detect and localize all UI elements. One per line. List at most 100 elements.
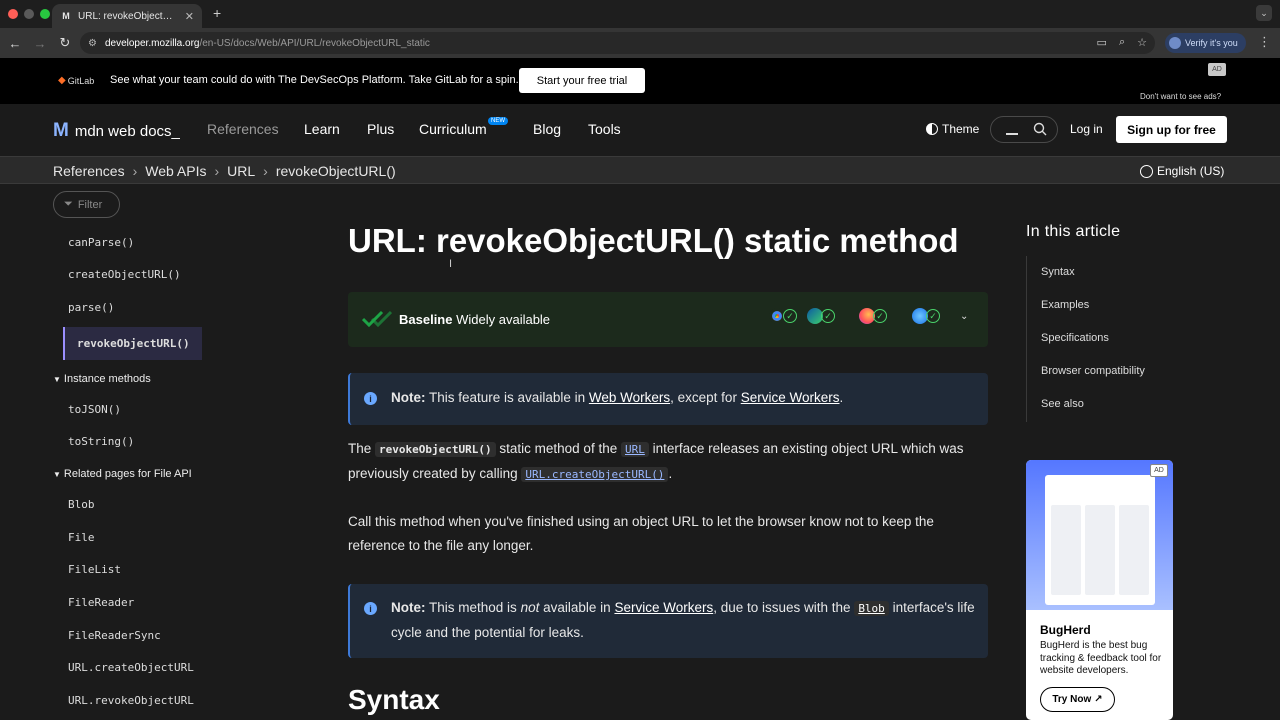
- sidebar-item-filereader[interactable]: FileReader: [68, 596, 134, 609]
- sidebar-item-parse[interactable]: parse(): [68, 301, 114, 314]
- toc-item-examples[interactable]: Examples: [1041, 299, 1089, 311]
- breadcrumb-url[interactable]: URL: [227, 163, 255, 179]
- url-path: /en-US/docs/Web/API/URL/revokeObjectURL_…: [199, 37, 430, 49]
- side-ad[interactable]: AD BugHerd BugHerd is the best bug track…: [1026, 460, 1173, 720]
- profile-verify-button[interactable]: Verify it's you: [1165, 33, 1246, 53]
- mdn-favicon-icon: M: [62, 11, 70, 21]
- chevron-right-icon: ›: [214, 163, 220, 179]
- tab-search-icon[interactable]: ⌄: [1256, 5, 1272, 21]
- baseline-text: Baseline Widely available: [399, 312, 551, 327]
- inline-code: revokeObjectURL(): [375, 442, 496, 457]
- nav-learn[interactable]: Learn: [304, 121, 340, 137]
- reload-icon[interactable]: ↻: [55, 35, 75, 51]
- sidebar-item-canparse[interactable]: canParse(): [68, 236, 134, 249]
- login-link[interactable]: Log in: [1070, 122, 1103, 136]
- baseline-check-icon: [362, 310, 392, 328]
- mdn-logo[interactable]: M mdn web docs_: [53, 120, 180, 142]
- sidebar-item-file[interactable]: File: [68, 531, 95, 544]
- breadcrumb-web-apis[interactable]: Web APIs: [145, 163, 206, 179]
- new-tab-icon[interactable]: +: [213, 5, 221, 21]
- verify-label: Verify it's you: [1185, 38, 1238, 48]
- nav-blog[interactable]: Blog: [533, 121, 561, 137]
- try-now-button[interactable]: Try Now ↗: [1040, 687, 1115, 712]
- check-icon: ✓: [821, 309, 835, 323]
- toc-item-browser-compat[interactable]: Browser compatibility: [1041, 365, 1145, 377]
- theme-button[interactable]: Theme: [926, 122, 979, 136]
- toc-item-specifications[interactable]: Specifications: [1041, 332, 1109, 344]
- text-cursor-icon: I: [449, 258, 453, 270]
- window-controls: [8, 9, 50, 19]
- avatar: [1169, 37, 1181, 49]
- gitlab-fox-icon: ◆: [58, 75, 66, 86]
- sidebar-item-url-revokeobjecturl[interactable]: URL.revokeObjectURL: [68, 694, 194, 707]
- web-workers-link[interactable]: Web Workers: [589, 390, 670, 405]
- toc-item-syntax[interactable]: Syntax: [1041, 266, 1075, 278]
- back-icon[interactable]: ←: [5, 36, 25, 51]
- url-domain: developer.mozilla.org: [104, 37, 200, 49]
- baseline-banner[interactable]: Baseline Widely available ✓ ✓ ✓ ✓ ⌄: [348, 292, 988, 347]
- sidebar-item-blob[interactable]: Blob: [68, 498, 95, 511]
- page-title: URL: revokeObjectURL() static method: [348, 222, 959, 259]
- chevron-down-icon[interactable]: ⌄: [960, 311, 968, 322]
- chevron-right-icon: ›: [263, 163, 268, 179]
- browser-tab[interactable]: M URL: revokeObjectURL() static ✕: [52, 4, 202, 28]
- toc-divider: [1026, 256, 1027, 422]
- bookmark-star-icon[interactable]: ☆: [1137, 36, 1147, 49]
- sidebar-item-url-createobjecturl[interactable]: URL.createObjectURL: [68, 661, 194, 674]
- search-button[interactable]: [990, 116, 1058, 143]
- ad-cta-button[interactable]: Start your free trial: [519, 68, 645, 93]
- close-window-button[interactable]: [8, 9, 18, 19]
- toc-item-see-also[interactable]: See also: [1041, 398, 1084, 410]
- nav-curriculum[interactable]: Curriculum: [419, 121, 487, 137]
- sidebar-item-tostring[interactable]: toString(): [68, 435, 134, 448]
- sidebar-filter-input[interactable]: ⏷ Filter: [53, 191, 120, 218]
- note-callout: i Note: This feature is available in Web…: [348, 373, 988, 425]
- safari-support: ✓: [912, 308, 940, 324]
- chevron-right-icon: ›: [132, 163, 138, 179]
- sidebar-item-tojson[interactable]: toJSON(): [68, 403, 121, 416]
- service-workers-link-2[interactable]: Service Workers: [614, 600, 713, 615]
- syntax-heading: Syntax: [348, 684, 440, 715]
- nav-tools[interactable]: Tools: [588, 121, 621, 137]
- language-switcher[interactable]: English (US): [1140, 164, 1224, 178]
- maximize-window-button[interactable]: [40, 9, 50, 19]
- ad-description: BugHerd is the best bug tracking & feedb…: [1040, 640, 1162, 676]
- breadcrumb-current[interactable]: revokeObjectURL(): [276, 163, 396, 179]
- sidebar-item-revokeobjecturl[interactable]: revokeObjectURL(): [63, 327, 202, 360]
- sidebar-item-filelist[interactable]: FileList: [68, 563, 121, 576]
- mdn-header: M mdn web docs_ References Learn Plus Cu…: [0, 104, 1280, 156]
- ad-brand: BugHerd: [1040, 623, 1091, 637]
- site-info-icon[interactable]: ⚙: [88, 38, 97, 49]
- ad-tag-2: AD: [1150, 464, 1168, 477]
- note-callout-2: i Note: This method is not available in …: [348, 584, 988, 658]
- ad-banner: ◆ GitLab See what your team could do with…: [0, 58, 1280, 104]
- breadcrumb-references[interactable]: References: [53, 163, 125, 179]
- close-tab-icon[interactable]: ✕: [185, 10, 194, 23]
- sidebar-group-instance-methods[interactable]: ▼ Instance methods: [53, 373, 151, 385]
- check-icon: ✓: [873, 309, 887, 323]
- createobjecturl-link[interactable]: URL.createObjectURL(): [521, 467, 669, 482]
- service-workers-link[interactable]: Service Workers: [741, 390, 840, 405]
- address-bar[interactable]: ⚙ developer.mozilla.org/en-US/docs/Web/A…: [80, 32, 1155, 54]
- forward-icon[interactable]: →: [30, 36, 50, 51]
- nav-plus[interactable]: Plus: [367, 121, 394, 137]
- zoom-icon[interactable]: ⌕: [1119, 36, 1125, 49]
- note-text: Note: This feature is available in Web W…: [391, 390, 844, 405]
- ad-banner-text: See what your team could do with The Dev…: [110, 74, 519, 86]
- signup-button[interactable]: Sign up for free: [1116, 116, 1227, 143]
- url-link[interactable]: URL: [620, 442, 649, 457]
- minimize-window-button[interactable]: [24, 9, 34, 19]
- sidebar-item-createobjecturl[interactable]: createObjectURL(): [68, 268, 181, 281]
- edge-support: ✓: [807, 308, 835, 324]
- no-ads-link[interactable]: Don't want to see ads?: [1140, 92, 1221, 101]
- globe-icon: [1140, 164, 1153, 178]
- browser-tab-bar: M URL: revokeObjectURL() static ✕ + ⌄: [0, 0, 1280, 28]
- nav-references[interactable]: References: [207, 121, 279, 137]
- browser-menu-icon[interactable]: ⋮: [1258, 34, 1271, 50]
- triangle-down-icon: ▼: [53, 470, 61, 479]
- blob-link[interactable]: Blob: [854, 601, 889, 616]
- sidebar-group-related-file-api[interactable]: ▼ Related pages for File API: [53, 468, 192, 480]
- check-icon: ✓: [926, 309, 940, 323]
- sidebar-item-filereadersync[interactable]: FileReaderSync: [68, 629, 161, 642]
- install-app-icon[interactable]: ▭: [1097, 36, 1107, 49]
